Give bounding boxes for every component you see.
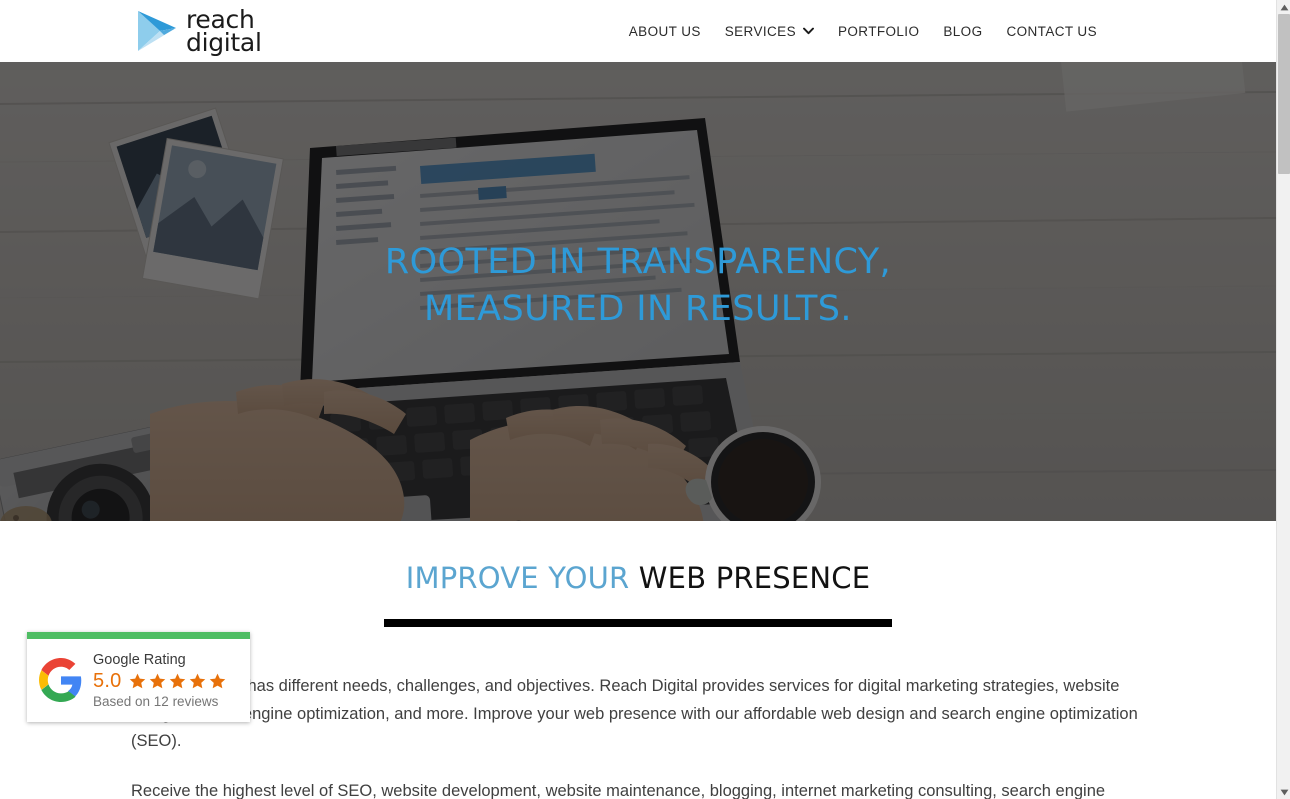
paragraph-2: Receive the highest level of SEO, websit… [131, 782, 1106, 799]
scrollbar-thumb[interactable] [1278, 14, 1290, 174]
google-badge-accent-bar [27, 632, 250, 639]
nav-label-services: SERVICES [724, 23, 796, 39]
google-rating-row: 5.0 [93, 670, 227, 693]
google-rating-score: 5.0 [93, 670, 122, 693]
logo-line-2: digital [186, 28, 262, 57]
nav-item-contact-us[interactable]: CONTACT US [994, 24, 1109, 39]
hero-headline-line-1: ROOTED IN TRANSPARENCY, [384, 241, 892, 282]
nav-item-portfolio[interactable]: PORTFOLIO [826, 24, 931, 39]
star-icon [170, 673, 186, 689]
star-icon [130, 673, 146, 689]
vertical-scrollbar[interactable] [1276, 0, 1290, 799]
section-heading-dark: WEB PRESENCE [629, 561, 871, 595]
hero-headline: ROOTED IN TRANSPARENCY, MEASURED IN RESU… [385, 239, 891, 332]
nav-label-contact-us: CONTACT US [1006, 23, 1097, 39]
star-icon [210, 673, 226, 689]
hero-content: ROOTED IN TRANSPARENCY, MEASURED IN RESU… [0, 62, 1276, 521]
google-rating-label: Google Rating [93, 652, 186, 668]
hero-headline-line-2: MEASURED IN RESULTS. [424, 288, 852, 329]
browser-page: reach digital ABOUT US SERVICES PORTFOLI… [0, 0, 1290, 799]
scroll-down-arrow-icon[interactable] [1277, 785, 1290, 799]
play-triangle-logo-icon [138, 11, 176, 51]
section-heading: IMPROVE YOUR WEB PRESENCE [0, 561, 1276, 595]
section-body-copy: Every business has different needs, chal… [131, 673, 1145, 799]
site-header: reach digital ABOUT US SERVICES PORTFOLI… [0, 0, 1276, 62]
nav-item-blog[interactable]: BLOG [931, 24, 994, 39]
star-icon [150, 673, 166, 689]
google-rating-stars [128, 672, 227, 691]
nav-item-about-us[interactable]: ABOUT US [617, 24, 713, 39]
section-heading-rule [384, 619, 892, 627]
google-badge-meta: Google Rating 5.0 Based on 12 reviews [93, 651, 227, 709]
page-viewport: reach digital ABOUT US SERVICES PORTFOLI… [0, 0, 1276, 799]
paragraph-1: Every business has different needs, chal… [131, 677, 1138, 751]
nav-label-blog: BLOG [943, 23, 983, 39]
scroll-up-arrow-icon[interactable] [1277, 0, 1290, 14]
nav-label-about-us: ABOUT US [628, 23, 701, 39]
logo-wordmark: reach digital [186, 7, 262, 57]
nav-label-portfolio: PORTFOLIO [837, 23, 920, 39]
nav-item-services[interactable]: SERVICES [713, 24, 826, 39]
chevron-down-icon [803, 27, 814, 35]
hero-banner: ROOTED IN TRANSPARENCY, MEASURED IN RESU… [0, 62, 1276, 521]
main-navigation: ABOUT US SERVICES PORTFOLIO BLOG CONTACT… [617, 24, 1268, 39]
google-badge-body: Google Rating 5.0 Based on 12 reviews [27, 639, 250, 722]
google-rating-badge[interactable]: Google Rating 5.0 Based on 12 reviews [27, 632, 250, 723]
scrollbar-track[interactable] [1277, 14, 1290, 785]
site-logo[interactable]: reach digital [136, 7, 262, 57]
section-heading-blue: IMPROVE YOUR [405, 561, 630, 595]
star-icon [190, 673, 206, 689]
google-reviews-count: Based on 12 reviews [93, 694, 219, 710]
google-g-icon [39, 658, 82, 703]
